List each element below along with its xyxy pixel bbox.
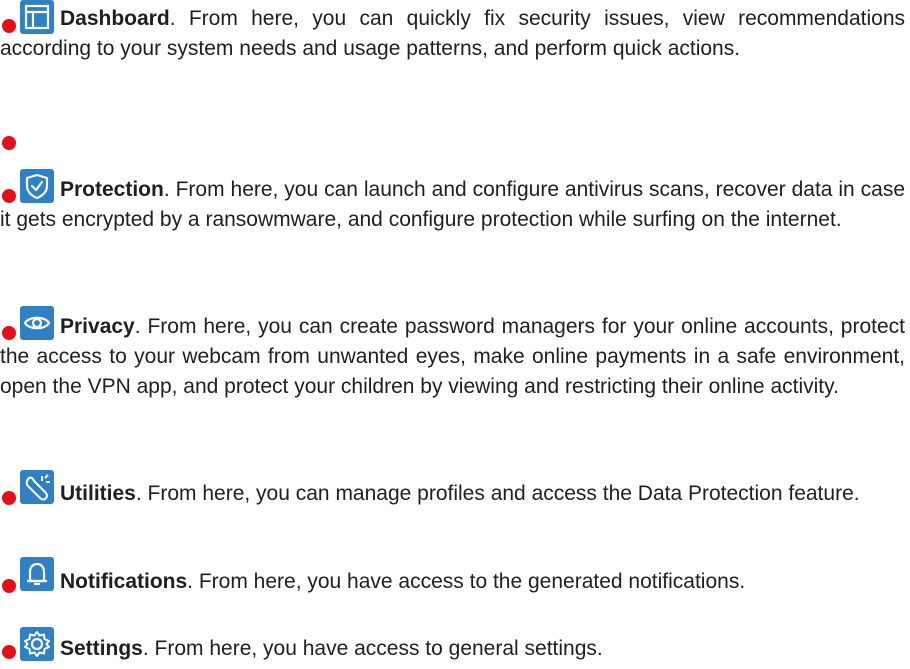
list-item-settings: Settings. From here, you have access to … bbox=[0, 627, 905, 664]
feature-list: Dashboard. From here, you can quickly fi… bbox=[0, 0, 910, 669]
item-title: Privacy bbox=[60, 315, 135, 338]
bullet-marker bbox=[2, 645, 16, 659]
item-description: . From here, you can manage profiles and… bbox=[135, 482, 860, 505]
eye-icon bbox=[20, 306, 54, 340]
item-title: Dashboard bbox=[60, 7, 170, 30]
item-description: . From here, you can create password man… bbox=[0, 315, 905, 398]
item-title: Settings bbox=[60, 637, 143, 660]
list-item-privacy: Privacy. From here, you can create passw… bbox=[0, 306, 905, 402]
bullet-marker bbox=[2, 491, 16, 505]
dashboard-icon bbox=[20, 0, 54, 34]
bullet-marker bbox=[2, 189, 16, 203]
utilities-icon bbox=[20, 470, 54, 504]
gear-icon bbox=[20, 627, 54, 661]
list-item-utilities: Utilities. From here, you can manage pro… bbox=[0, 470, 905, 509]
bell-icon bbox=[20, 557, 54, 591]
item-title: Utilities bbox=[60, 482, 136, 505]
item-title: Protection bbox=[60, 178, 164, 201]
item-title: Notifications bbox=[60, 570, 188, 593]
shield-check-icon bbox=[20, 169, 54, 203]
item-description: . From here, you have access to general … bbox=[142, 637, 603, 660]
list-item-protection: Protection. From here, you can launch an… bbox=[0, 167, 905, 235]
bullet-marker bbox=[2, 136, 16, 150]
item-description: . From here, you have access to the gene… bbox=[187, 570, 746, 593]
list-item-notifications: Notifications. From here, you have acces… bbox=[0, 557, 905, 597]
bullet-marker bbox=[2, 326, 16, 340]
bullet-marker bbox=[2, 19, 16, 33]
bullet-marker bbox=[2, 579, 16, 593]
list-item-dashboard: Dashboard. From here, you can quickly fi… bbox=[0, 0, 905, 64]
